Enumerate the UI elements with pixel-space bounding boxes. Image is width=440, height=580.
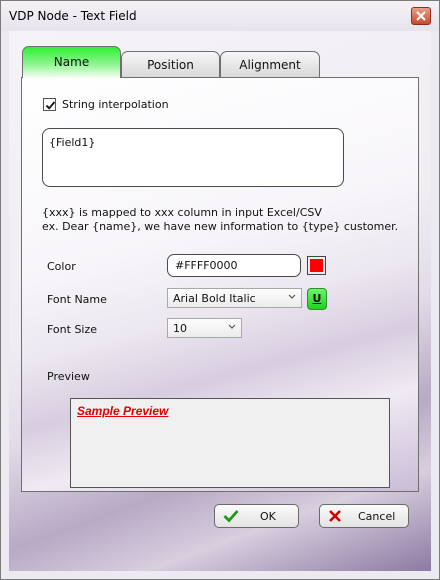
preview-box: Sample Preview (70, 398, 390, 488)
font-name-select[interactable]: Arial Bold Italic (167, 288, 302, 308)
chevron-down-icon (228, 324, 236, 329)
close-icon (416, 11, 426, 21)
cancel-button[interactable]: Cancel (319, 504, 409, 528)
color-swatch-button[interactable] (307, 256, 326, 275)
string-interpolation-checkbox[interactable] (43, 98, 56, 111)
preview-text: Sample Preview (77, 404, 169, 418)
tab-alignment[interactable]: Alignment (220, 51, 320, 77)
text-value: {Field1} (49, 136, 96, 149)
chevron-down-icon (288, 294, 296, 299)
checkmark-icon (223, 510, 239, 523)
color-value: #FFFF0000 (175, 259, 238, 272)
ok-button[interactable]: OK (214, 504, 299, 528)
cross-icon (329, 510, 341, 522)
color-input[interactable]: #FFFF0000 (167, 254, 301, 277)
tab-name[interactable]: Name (22, 46, 121, 78)
help-text-line-1: {xxx} is mapped to xxx column in input E… (42, 206, 322, 219)
cancel-label: Cancel (358, 510, 396, 523)
title-bar[interactable]: VDP Node - Text Field (1, 1, 439, 31)
checkmark-icon (45, 101, 56, 110)
help-text-line-2: ex. Dear {name}, we have new information… (42, 220, 399, 233)
window-title: VDP Node - Text Field (9, 9, 137, 23)
font-size-value: 10 (173, 322, 187, 335)
tab-position[interactable]: Position (121, 51, 220, 77)
close-button[interactable] (411, 7, 431, 25)
ok-label: OK (260, 510, 276, 523)
color-label: Color (47, 260, 76, 273)
preview-label: Preview (47, 370, 90, 383)
font-size-select[interactable]: 10 (167, 318, 242, 338)
font-name-value: Arial Bold Italic (173, 292, 256, 305)
font-size-label: Font Size (47, 323, 98, 336)
color-swatch-fill (310, 259, 323, 272)
underline-button[interactable]: U (307, 288, 327, 310)
string-interpolation-label[interactable]: String interpolation (62, 98, 169, 111)
font-name-label: Font Name (47, 293, 107, 306)
text-value-field[interactable]: {Field1} (42, 128, 344, 187)
